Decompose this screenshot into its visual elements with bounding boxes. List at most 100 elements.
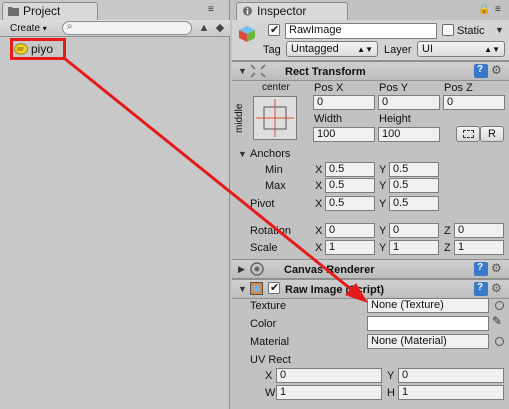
uv-x-axis-label: X — [265, 370, 273, 382]
search-by-type-icon[interactable]: ▲ — [196, 21, 212, 35]
pos-y-field[interactable]: 0 — [378, 95, 440, 110]
info-icon — [242, 6, 253, 16]
anchor-preset-top-label: center — [262, 82, 290, 93]
uv-x-field[interactable]: 0 — [276, 368, 382, 383]
anchors-label: Anchors — [250, 148, 291, 160]
create-label: Create — [10, 23, 41, 34]
rect-transform-icon — [250, 64, 266, 78]
foldout-collapsed-icon[interactable]: ▶ — [238, 264, 245, 275]
max-y-axis-label: Y — [379, 180, 387, 192]
min-x-axis-label: X — [315, 164, 323, 176]
search-input[interactable]: ⌕ — [62, 21, 192, 35]
layer-value: UI — [422, 43, 433, 55]
inspector-menu-icon[interactable]: ≡ — [495, 4, 501, 15]
rotation-x-field[interactable]: 0 — [325, 223, 375, 238]
pivot-y-axis-label: Y — [379, 198, 387, 210]
scale-y-axis-label: Y — [379, 242, 387, 254]
min-x-field[interactable]: 0.5 — [325, 162, 375, 177]
rot-y-axis-label: Y — [379, 225, 387, 237]
min-y-axis-label: Y — [379, 164, 387, 176]
inspector-tab-label: Inspector — [257, 4, 307, 18]
scale-z-field[interactable]: 1 — [454, 240, 504, 255]
inspector-tab[interactable]: Inspector — [236, 2, 348, 20]
anchors-foldout-icon[interactable]: ▼ — [238, 149, 247, 159]
object-picker-icon[interactable] — [495, 337, 504, 346]
uv-y-axis-label: Y — [387, 370, 395, 382]
pos-z-label: Pos Z — [444, 82, 473, 94]
raw-image-enabled-checkbox[interactable] — [268, 281, 280, 294]
texture-object-field[interactable]: None (Texture) — [367, 298, 489, 313]
anchor-preset-icon — [256, 99, 294, 137]
lock-icon[interactable]: 🔒 — [478, 4, 490, 15]
anchor-preset-button[interactable] — [253, 96, 297, 140]
min-label: Min — [265, 164, 283, 176]
uv-w-field[interactable]: 1 — [276, 385, 382, 400]
search-icon: ⌕ — [67, 21, 73, 32]
uv-y-field[interactable]: 0 — [398, 368, 504, 383]
project-panel — [0, 0, 230, 409]
static-checkbox[interactable] — [442, 24, 454, 36]
pos-y-label: Pos Y — [379, 82, 409, 94]
gameobject-cube-icon — [239, 26, 255, 42]
pos-x-field[interactable]: 0 — [313, 95, 375, 110]
rotation-y-field[interactable]: 0 — [389, 223, 439, 238]
foldout-expanded-icon[interactable]: ▼ — [238, 66, 247, 76]
uv-w-label: W — [265, 387, 276, 399]
tag-dropdown[interactable]: Untagged ▲▼ — [286, 41, 378, 57]
pivot-label: Pivot — [250, 198, 275, 210]
project-tab[interactable]: Project — [2, 2, 98, 20]
annotation-highlight-box — [10, 38, 66, 60]
help-icon[interactable]: ? — [474, 262, 488, 276]
layer-label: Layer — [384, 44, 412, 56]
help-icon[interactable]: ? — [474, 282, 488, 296]
create-dropdown-icon: ▾ — [42, 24, 47, 33]
scale-label: Scale — [250, 242, 278, 254]
rotation-z-field[interactable]: 0 — [454, 223, 504, 238]
layer-dropdown[interactable]: UI ▲▼ — [417, 41, 505, 57]
pos-z-field[interactable]: 0 — [443, 95, 505, 110]
panel-menu-icon[interactable]: ≡ — [208, 4, 214, 15]
uv-h-field[interactable]: 1 — [398, 385, 504, 400]
gear-icon[interactable]: ⚙ — [491, 261, 502, 275]
pos-x-label: Pos X — [314, 82, 344, 94]
blueprint-icon — [462, 130, 474, 138]
width-field[interactable]: 100 — [313, 127, 375, 142]
max-x-field[interactable]: 0.5 — [325, 178, 375, 193]
foldout-expanded-icon[interactable]: ▼ — [238, 284, 247, 294]
search-by-label-icon[interactable]: ◆ — [212, 21, 228, 35]
object-picker-icon[interactable] — [495, 301, 504, 310]
rotation-label: Rotation — [250, 225, 291, 237]
help-icon[interactable]: ? — [474, 64, 488, 78]
rect-transform-header[interactable] — [232, 61, 509, 81]
gear-icon[interactable]: ⚙ — [491, 281, 502, 295]
static-label: Static — [457, 25, 485, 37]
tag-value: Untagged — [291, 43, 339, 55]
object-name-field[interactable]: RawImage — [285, 23, 437, 39]
anchor-preset-side-label: middle — [234, 103, 245, 133]
canvas-renderer-icon — [250, 262, 264, 276]
pivot-x-field[interactable]: 0.5 — [325, 196, 375, 211]
active-checkbox[interactable] — [268, 23, 280, 36]
pivot-y-field[interactable]: 0.5 — [389, 196, 439, 211]
create-button[interactable]: Create ▾ — [6, 22, 54, 36]
project-tab-label: Project — [23, 4, 61, 18]
raw-edit-button[interactable]: R — [480, 126, 504, 142]
texture-label: Texture — [250, 300, 287, 312]
scale-y-field[interactable]: 1 — [389, 240, 439, 255]
min-y-field[interactable]: 0.5 — [389, 162, 439, 177]
raw-image-icon — [250, 282, 263, 295]
max-x-axis-label: X — [315, 180, 323, 192]
color-swatch-field[interactable] — [367, 316, 489, 331]
max-y-field[interactable]: 0.5 — [389, 178, 439, 193]
blueprint-mode-button[interactable] — [456, 126, 480, 142]
static-dropdown-arrow[interactable]: ▼ — [495, 25, 504, 35]
gear-icon[interactable]: ⚙ — [491, 63, 502, 77]
eyedropper-icon[interactable]: ✎ — [492, 314, 502, 328]
material-object-field[interactable]: None (Material) — [367, 334, 489, 349]
uv-rect-label: UV Rect — [250, 354, 291, 366]
height-field[interactable]: 100 — [378, 127, 440, 142]
scale-x-field[interactable]: 1 — [325, 240, 375, 255]
height-label: Height — [379, 113, 411, 125]
rot-x-axis-label: X — [315, 225, 323, 237]
material-label: Material — [250, 336, 290, 348]
